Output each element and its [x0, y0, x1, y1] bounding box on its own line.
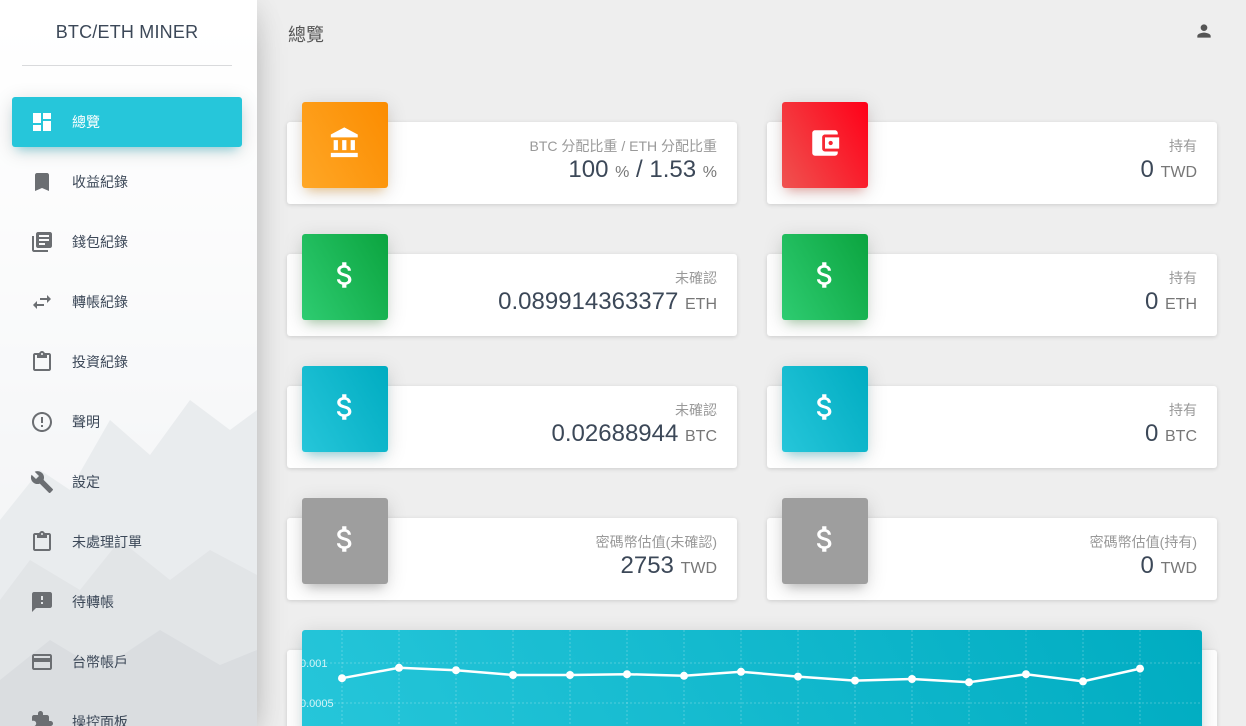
- card-category: BTC 分配比重 / ETH 分配比重: [529, 138, 717, 154]
- data-point[interactable]: [794, 672, 802, 681]
- sidebar-item-twd-account[interactable]: 台幣帳戶: [12, 637, 242, 687]
- data-point[interactable]: [851, 676, 859, 685]
- card-category: 密碼幣估值(未確認): [595, 534, 717, 550]
- card-category: 持有: [1169, 138, 1197, 154]
- sidebar: BTC/ETH MINER 總覽 收益紀錄 錢包紀錄 轉帳紀錄 投資紀錄 聲明 …: [0, 0, 257, 726]
- dashboard-icon: [30, 110, 54, 134]
- app-logo[interactable]: BTC/ETH MINER: [22, 0, 232, 66]
- data-point[interactable]: [737, 667, 745, 676]
- sidebar-item-label: 聲明: [72, 414, 100, 430]
- extension-icon: [30, 710, 54, 726]
- card-icon-box: [782, 234, 868, 320]
- card-icon-box: [782, 102, 868, 188]
- line-chart-svg: 0.001 0.0005: [302, 630, 1202, 726]
- wrench-icon: [30, 470, 54, 494]
- wallet-icon: [808, 126, 842, 165]
- data-point[interactable]: [338, 674, 346, 683]
- card-icon-box: [302, 102, 388, 188]
- stat-card-unconfirmed-btc: 未確認 0.02688944 BTC: [287, 366, 737, 468]
- card-icon-box: [782, 498, 868, 584]
- card-value: 100 % / 1.53 %: [568, 156, 717, 183]
- stat-card-valuation-holding: 密碼幣估值(持有) 0 TWD: [767, 498, 1217, 600]
- card-value: 0 BTC: [1144, 420, 1197, 447]
- data-point[interactable]: [1079, 677, 1087, 686]
- card-icon-box: [302, 234, 388, 320]
- stat-card-allocation: BTC 分配比重 / ETH 分配比重 100 % / 1.53 %: [287, 102, 737, 204]
- y-tick-label: 0.001: [302, 658, 328, 670]
- library-books-icon: [30, 230, 54, 254]
- data-point[interactable]: [566, 671, 574, 679]
- sidebar-item-label: 設定: [72, 474, 100, 490]
- sidebar-item-label: 台幣帳戶: [72, 654, 128, 670]
- data-point[interactable]: [509, 671, 517, 679]
- sidebar-item-pending-transfer[interactable]: 待轉帳: [12, 577, 242, 627]
- card-icon-box: [782, 366, 868, 452]
- data-point[interactable]: [680, 671, 688, 680]
- sidebar-item-earnings[interactable]: 收益紀錄: [12, 157, 242, 207]
- data-point[interactable]: [623, 670, 631, 679]
- person-icon[interactable]: [1194, 21, 1214, 41]
- data-point[interactable]: [965, 678, 973, 687]
- y-tick-label: 0.0005: [302, 698, 334, 710]
- stat-card-valuation-unconfirmed: 密碼幣估值(未確認) 2753 TWD: [287, 498, 737, 600]
- stat-card-unconfirmed-eth: 未確認 0.089914363377 ETH: [287, 234, 737, 336]
- feedback-icon: [30, 590, 54, 614]
- data-point[interactable]: [908, 675, 916, 683]
- card-value: 0 TWD: [1140, 552, 1197, 579]
- dollar-icon: [808, 522, 842, 561]
- sidebar-item-wallet-records[interactable]: 錢包紀錄: [12, 217, 242, 267]
- card-category: 密碼幣估值(持有): [1089, 534, 1197, 550]
- sidebar-item-label: 收益紀錄: [72, 174, 128, 190]
- card-category: 未確認: [675, 402, 717, 418]
- bank-icon: [328, 126, 362, 165]
- sidebar-item-statement[interactable]: 聲明: [12, 397, 242, 447]
- page-title: 總覽: [288, 25, 324, 45]
- card-category: 持有: [1169, 402, 1197, 418]
- sidebar-item-label: 未處理訂單: [72, 534, 142, 550]
- card-value: 0 ETH: [1144, 288, 1197, 315]
- sidebar-item-investment-records[interactable]: 投資紀錄: [12, 337, 242, 387]
- sidebar-item-label: 待轉帳: [72, 594, 114, 610]
- sidebar-item-label: 轉帳紀錄: [72, 294, 128, 310]
- top-navbar: 總覽: [257, 0, 1246, 66]
- dollar-icon: [328, 390, 362, 429]
- sidebar-item-transfer-records[interactable]: 轉帳紀錄: [12, 277, 242, 327]
- stat-card-holding-twd: 持有 0 TWD: [767, 102, 1217, 204]
- clipboard-icon: [30, 350, 54, 374]
- line-chart: 0.001 0.0005: [302, 630, 1202, 726]
- sidebar-item-label: 投資紀錄: [72, 354, 128, 370]
- data-point[interactable]: [395, 663, 403, 672]
- sidebar-item-pending-orders[interactable]: 未處理訂單: [12, 517, 242, 567]
- sidebar-item-label: 總覽: [72, 114, 100, 130]
- dollar-icon: [328, 522, 362, 561]
- card-icon-box: [302, 498, 388, 584]
- sidebar-item-label: 錢包紀錄: [72, 234, 128, 250]
- dollar-icon: [808, 390, 842, 429]
- bookmark-icon: [30, 170, 54, 194]
- card-value: 0 TWD: [1140, 156, 1197, 183]
- stat-card-holding-btc: 持有 0 BTC: [767, 366, 1217, 468]
- dollar-icon: [328, 258, 362, 297]
- card-icon-box: [302, 366, 388, 452]
- data-point[interactable]: [1136, 664, 1144, 673]
- clipboard-icon: [30, 530, 54, 554]
- sidebar-item-settings[interactable]: 設定: [12, 457, 242, 507]
- sidebar-nav: 總覽 收益紀錄 錢包紀錄 轉帳紀錄 投資紀錄 聲明 設定 未處理訂單 待轉帳 台…: [12, 97, 242, 726]
- sidebar-item-overview[interactable]: 總覽: [12, 97, 242, 147]
- data-point[interactable]: [1022, 670, 1030, 679]
- data-point[interactable]: [452, 666, 460, 675]
- card-category: 未確認: [675, 270, 717, 286]
- card-category: 持有: [1169, 270, 1197, 286]
- credit-card-icon: [30, 650, 54, 674]
- stat-card-holding-eth: 持有 0 ETH: [767, 234, 1217, 336]
- card-value: 0.089914363377 ETH: [498, 288, 717, 315]
- card-value: 2753 TWD: [620, 552, 718, 579]
- info-outline-icon: [30, 410, 54, 434]
- sidebar-item-label: 操控面板: [72, 714, 128, 726]
- card-value: 0.02688944 BTC: [551, 420, 717, 447]
- dollar-icon: [808, 258, 842, 297]
- swap-horiz-icon: [30, 290, 54, 314]
- sidebar-item-control-panel[interactable]: 操控面板: [12, 697, 242, 726]
